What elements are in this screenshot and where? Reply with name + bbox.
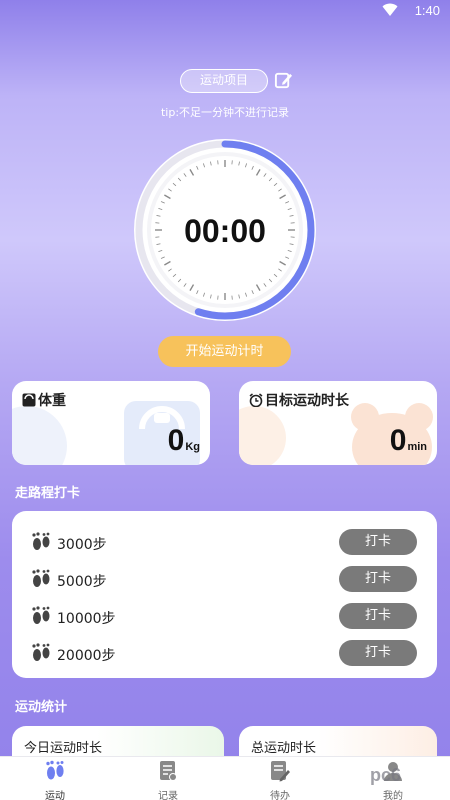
footprint-icon <box>32 532 50 550</box>
weight-number: 0 <box>167 424 185 457</box>
goal-label: 目标运动时长 <box>265 393 349 409</box>
goal-number: 0 <box>389 424 407 457</box>
start-timer-button[interactable]: 开始运动计时 <box>158 336 291 367</box>
deco-circle-icon <box>239 406 286 465</box>
footprint-icon <box>32 606 50 624</box>
weight-unit: Kg <box>185 441 200 453</box>
record-icon <box>160 761 177 781</box>
punch-button[interactable]: 打卡 <box>339 640 417 666</box>
step-label: 10000步 <box>57 611 116 627</box>
today-duration-label: 今日运动时长 <box>24 741 103 756</box>
deco-circle-icon <box>12 406 67 465</box>
tip-text: tip:不足一分钟不进行记录 <box>160 106 290 119</box>
edit-icon[interactable] <box>274 71 293 90</box>
weight-title: 体重 <box>22 390 66 410</box>
tab-label: 记录 <box>158 791 178 800</box>
tab-record[interactable]: 记录 <box>138 760 198 800</box>
step-label: 3000步 <box>57 537 107 553</box>
steps-section-title: 走路程打卡 <box>15 486 81 501</box>
goal-value: 0min <box>390 424 427 458</box>
timer-dial: 00:00 <box>130 135 320 325</box>
tab-label: 我的 <box>383 791 403 800</box>
punch-button[interactable]: 打卡 <box>339 529 417 555</box>
alarm-clock-icon <box>249 393 263 407</box>
footprint-icon <box>32 569 50 587</box>
step-label: 20000步 <box>57 648 116 664</box>
list-item: 5000步 打卡 <box>12 564 437 594</box>
list-item: 10000步 打卡 <box>12 601 437 631</box>
wifi-icon <box>382 3 398 16</box>
list-item: 3000步 打卡 <box>12 527 437 557</box>
weight-value: 0Kg <box>168 424 200 458</box>
tab-label: 运动 <box>45 791 65 800</box>
tab-label: 待办 <box>270 791 290 800</box>
scale-small-icon <box>22 393 36 407</box>
step-label: 5000步 <box>57 574 107 590</box>
steps-card: 3000步 打卡 5000步 打卡 10000步 打卡 20000步 打卡 <box>12 511 437 678</box>
footprint-icon <box>46 760 64 780</box>
total-duration-label: 总运动时长 <box>251 741 317 756</box>
punch-button[interactable]: 打卡 <box>339 566 417 592</box>
list-item: 20000步 打卡 <box>12 638 437 668</box>
status-bar: 1:40 <box>0 0 450 22</box>
todo-icon <box>271 761 290 782</box>
status-time: 1:40 <box>414 3 440 18</box>
timer-display: 00:00 <box>184 213 266 249</box>
footprint-icon <box>32 643 50 661</box>
watermark-logo: pc6 <box>370 765 402 785</box>
stats-section-title: 运动统计 <box>15 700 68 715</box>
weight-label: 体重 <box>38 393 66 409</box>
goal-duration-card[interactable]: 目标运动时长 0min <box>239 381 437 465</box>
weight-card[interactable]: 体重 0Kg <box>12 381 210 465</box>
goal-unit: min <box>407 441 427 453</box>
tab-sport[interactable]: 运动 <box>25 760 85 800</box>
punch-button[interactable]: 打卡 <box>339 603 417 629</box>
goal-title: 目标运动时长 <box>249 390 349 410</box>
tab-todo[interactable]: 待办 <box>250 760 310 800</box>
sport-project-selector[interactable]: 运动项目 <box>180 69 268 93</box>
